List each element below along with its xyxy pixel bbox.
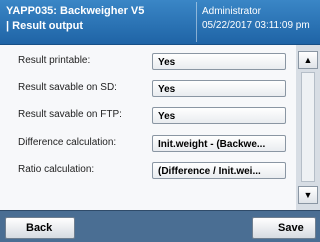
save-button[interactable]: Save <box>252 217 316 239</box>
setting-row-ratio-calculation: Ratio calculation: (Difference / Init.we… <box>0 158 296 184</box>
result-printable-field[interactable]: Yes <box>152 53 286 70</box>
setting-row-result-printable: Result printable: Yes <box>0 49 296 75</box>
user-info-block: Administrator 05/22/2017 03:11:09 pm <box>202 5 320 34</box>
page-title: | Result output <box>6 20 84 32</box>
back-button[interactable]: Back <box>5 217 75 239</box>
date-time: 05/22/2017 03:11:09 pm <box>202 20 310 31</box>
setting-row-result-savable-ftp: Result savable on FTP: Yes <box>0 103 296 129</box>
app-title-block: YAPP035: Backweigher V5 | Result output <box>6 4 196 34</box>
vertical-scrollbar[interactable]: ▲ ▼ <box>296 45 320 210</box>
scroll-track[interactable] <box>301 72 315 182</box>
setting-label: Result savable on SD: <box>18 82 117 93</box>
result-savable-sd-field[interactable]: Yes <box>152 80 286 97</box>
arrow-up-icon: ▲ <box>303 55 313 65</box>
footer-bar: Back Save <box>0 210 320 242</box>
result-savable-ftp-field[interactable]: Yes <box>152 107 286 124</box>
difference-calculation-field[interactable]: Init.weight - (Backwe... <box>152 135 286 152</box>
arrow-down-icon: ▼ <box>303 190 313 200</box>
scroll-down-button[interactable]: ▼ <box>298 186 318 204</box>
setting-label: Ratio calculation: <box>18 164 95 175</box>
setting-row-result-savable-sd: Result savable on SD: Yes <box>0 76 296 102</box>
setting-label: Difference calculation: <box>18 137 117 148</box>
setting-label: Result savable on FTP: <box>18 109 122 120</box>
settings-list: Result printable: Yes Result savable on … <box>0 45 296 210</box>
setting-row-difference-calculation: Difference calculation: Init.weight - (B… <box>0 131 296 157</box>
setting-label: Result printable: <box>18 55 91 66</box>
user-name: Administrator <box>202 6 261 17</box>
app-title: YAPP035: Backweigher V5 <box>6 5 145 17</box>
title-bar: YAPP035: Backweigher V5 | Result output … <box>0 0 320 45</box>
scroll-up-button[interactable]: ▲ <box>298 51 318 69</box>
ratio-calculation-field[interactable]: (Difference / Init.wei... <box>152 162 286 179</box>
header-divider <box>196 2 197 42</box>
